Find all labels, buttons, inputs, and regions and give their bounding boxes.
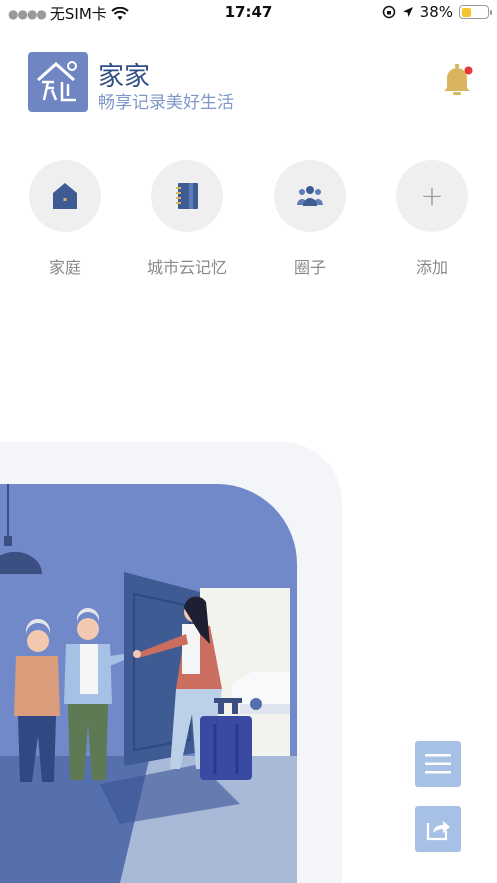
shortcut-label: 城市云记忆: [146, 258, 227, 277]
notebook-icon: [176, 183, 198, 209]
shortcut-circle[interactable]: [274, 160, 346, 232]
share-button[interactable]: [415, 806, 461, 852]
shortcut-circle[interactable]: [29, 160, 101, 232]
location-arrow-icon: [402, 7, 413, 17]
group-icon: [297, 186, 323, 206]
lock-rotation-icon: [382, 5, 395, 19]
shortcut-label: 家庭: [48, 258, 81, 277]
shortcut-label: 圈子: [293, 258, 326, 277]
shortcut-circle-group[interactable]: 圈子: [250, 160, 370, 278]
battery-percent: 38%: [419, 3, 453, 21]
status-bar: ●●●● 无SIM卡 17:47 38%: [0, 0, 497, 26]
unread-badge: [464, 66, 473, 75]
battery-level: [461, 7, 471, 17]
shortcut-circle[interactable]: [151, 160, 223, 232]
menu-icon: [425, 754, 451, 774]
house-icon: [53, 183, 77, 209]
family-homecoming-illustration: [0, 484, 297, 883]
menu-button[interactable]: [415, 741, 461, 787]
shortcut-label: 添加: [415, 258, 448, 277]
notification-bell-icon[interactable]: [441, 62, 473, 98]
status-right: 38%: [382, 3, 492, 21]
home-logo-icon[interactable]: [28, 52, 88, 112]
share-icon: [426, 821, 450, 841]
shortcut-family[interactable]: 家庭: [5, 160, 125, 278]
battery-icon: [459, 5, 492, 19]
plus-icon: +: [420, 179, 444, 212]
shortcut-add[interactable]: + 添加: [372, 160, 492, 278]
shortcut-city-memory[interactable]: 城市云记忆: [127, 160, 247, 278]
shortcut-circle[interactable]: +: [396, 160, 468, 232]
shortcut-grid: 家庭 城市云记忆 圈子 + 添加: [0, 160, 497, 280]
app-subtitle: 畅享记录美好生活: [98, 93, 234, 113]
app-header: 家家 畅享记录美好生活: [28, 52, 473, 113]
